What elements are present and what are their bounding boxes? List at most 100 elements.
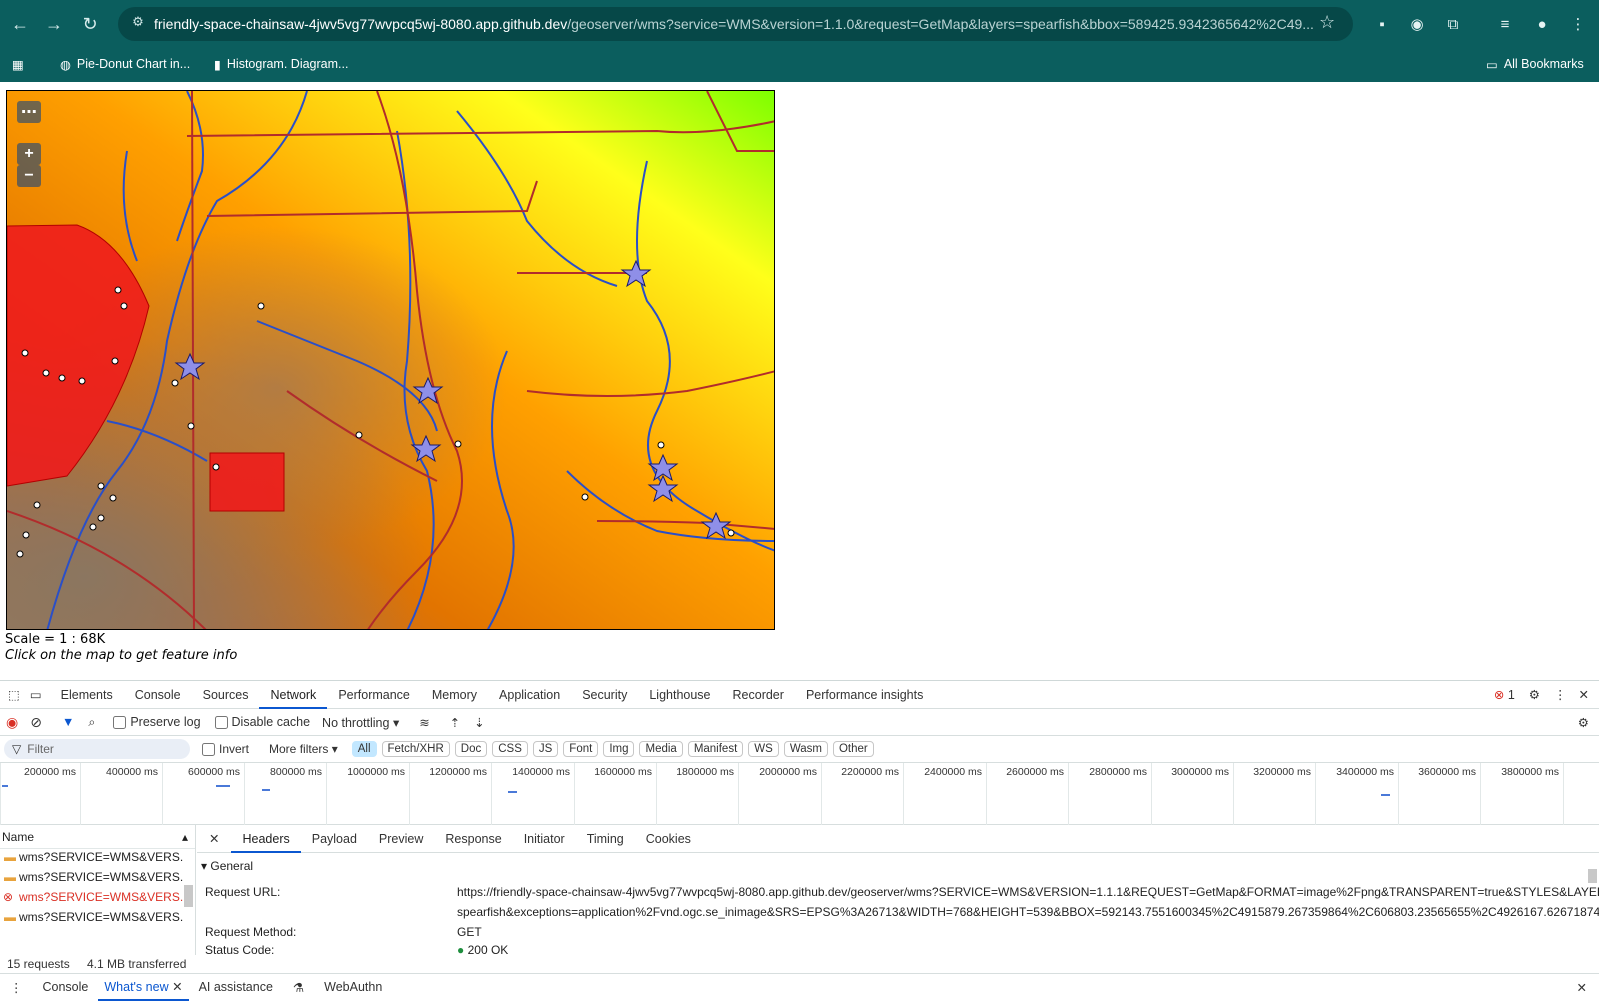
- all-bookmarks[interactable]: ▭ All Bookmarks: [1486, 52, 1584, 76]
- filter-funnel-icon[interactable]: ▼: [62, 715, 74, 729]
- name-column-header[interactable]: Name ▴: [0, 825, 195, 849]
- more-filters-dropdown[interactable]: More filters ▾: [269, 742, 338, 756]
- type-filter-css[interactable]: CSS: [492, 741, 528, 757]
- general-section-toggle[interactable]: ▾ General: [201, 859, 253, 873]
- drawer-tab-ai-assistance[interactable]: AI assistance: [189, 980, 283, 994]
- device-toggle-icon[interactable]: ▭: [28, 687, 50, 702]
- request-url-line1[interactable]: https://friendly-space-chainsaw-4jwv5vg7…: [457, 885, 1599, 899]
- zoom-in-button[interactable]: +: [17, 143, 41, 165]
- request-url-line2[interactable]: spearfish&exceptions=application%2Fvnd.o…: [457, 905, 1599, 919]
- drawer-tab-console[interactable]: Console: [33, 980, 99, 994]
- profile-icon[interactable]: ●: [1530, 12, 1554, 36]
- tab-elements[interactable]: Elements: [50, 681, 124, 709]
- invert-checkbox[interactable]: Invert: [202, 742, 249, 756]
- request-row[interactable]: ▬ wms?SERVICE=WMS&VERS...: [0, 907, 184, 927]
- tab-performance[interactable]: Performance: [327, 681, 421, 709]
- type-filter-other[interactable]: Other: [832, 741, 874, 757]
- drawer-menu-icon[interactable]: ⋮: [0, 980, 33, 995]
- close-devtools-icon[interactable]: ✕: [1573, 687, 1599, 702]
- record-stop-icon[interactable]: ◉: [6, 714, 18, 731]
- tab-initiator[interactable]: Initiator: [513, 825, 576, 853]
- disable-cache-checkbox[interactable]: Disable cache: [214, 715, 310, 729]
- apps-grid-icon[interactable]: ▦: [12, 52, 24, 76]
- tab-timing[interactable]: Timing: [576, 825, 635, 853]
- type-filter-font[interactable]: Font: [563, 741, 599, 757]
- tab-headers[interactable]: Headers: [231, 825, 301, 853]
- preserve-log-box[interactable]: [113, 715, 127, 729]
- url-path: /geoserver/wms?service=WMS&version=1.1.0…: [567, 16, 1314, 32]
- tab-recorder[interactable]: Recorder: [722, 681, 795, 709]
- network-settings-icon[interactable]: ⚙: [1578, 715, 1589, 730]
- zoom-out-button[interactable]: −: [17, 165, 41, 187]
- type-filter-fetch[interactable]: Fetch/XHR: [381, 741, 450, 757]
- tab-performance-insights[interactable]: Performance insights: [795, 681, 934, 709]
- bookmark-star-icon[interactable]: ☆: [1319, 12, 1335, 33]
- tab-security[interactable]: Security: [571, 681, 638, 709]
- media-control-icon[interactable]: ≡: [1493, 12, 1517, 36]
- type-filter-js[interactable]: JS: [532, 741, 559, 757]
- map-image[interactable]: [7, 91, 775, 630]
- extension-icon[interactable]: ▪: [1370, 12, 1394, 36]
- type-filter-manifest[interactable]: Manifest: [687, 741, 744, 757]
- forward-icon[interactable]: →: [40, 10, 68, 38]
- devtools-menu-icon[interactable]: ⋮: [1548, 687, 1573, 702]
- site-info-icon[interactable]: ⚙: [128, 14, 148, 34]
- close-tab-icon[interactable]: ✕: [172, 980, 182, 994]
- tab-lighthouse[interactable]: Lighthouse: [638, 681, 721, 709]
- restricted-area-square[interactable]: [209, 452, 285, 512]
- reload-icon[interactable]: ↻: [76, 10, 104, 38]
- status-ok-icon: ●: [457, 943, 465, 955]
- extension-2-icon[interactable]: ◉: [1405, 12, 1429, 36]
- close-detail-icon[interactable]: ✕: [197, 831, 231, 846]
- tab-preview[interactable]: Preview: [368, 825, 434, 853]
- tab-network[interactable]: Network: [259, 681, 328, 709]
- settings-gear-icon[interactable]: ⚙: [1521, 687, 1548, 702]
- extensions-puzzle-icon[interactable]: ⧉: [1441, 12, 1465, 36]
- disable-cache-box[interactable]: [214, 715, 228, 729]
- drawer-tab-whats-new[interactable]: What's new ✕: [98, 974, 189, 1001]
- search-icon[interactable]: ⌕: [88, 715, 95, 730]
- status-code-label: Status Code:: [205, 943, 275, 955]
- type-filter-ws[interactable]: WS: [748, 741, 779, 757]
- throttling-select[interactable]: No throttling ▾: [322, 715, 399, 730]
- bookmark-item[interactable]: ▮ Histogram. Diagram...: [214, 52, 348, 76]
- network-conditions-icon[interactable]: ≋: [419, 715, 429, 730]
- type-filter-media[interactable]: Media: [639, 741, 683, 757]
- request-row[interactable]: ▬ wms?SERVICE=WMS&VERS...: [0, 847, 184, 867]
- export-har-icon[interactable]: ⇣: [474, 715, 484, 730]
- invert-box[interactable]: [202, 742, 215, 756]
- filter-input[interactable]: ▽ Filter: [4, 739, 190, 759]
- preserve-log-checkbox[interactable]: Preserve log: [113, 715, 201, 729]
- tab-application[interactable]: Application: [488, 681, 571, 709]
- error-icon: ⊗: [3, 890, 14, 904]
- type-filter-wasm[interactable]: Wasm: [783, 741, 828, 757]
- tab-memory[interactable]: Memory: [421, 681, 488, 709]
- clear-icon[interactable]: ⊘: [30, 714, 42, 731]
- error-badge-icon[interactable]: ⊗ 1: [1488, 687, 1521, 702]
- type-filter-all[interactable]: All: [351, 741, 377, 757]
- tab-payload[interactable]: Payload: [301, 825, 368, 853]
- tab-response[interactable]: Response: [434, 825, 512, 853]
- type-filter-img[interactable]: Img: [603, 741, 635, 757]
- request-row[interactable]: ▬ wms?SERVICE=WMS&VERS...: [0, 867, 184, 887]
- wms-map[interactable]: ⋯ + −: [6, 90, 775, 630]
- layer-switcher-icon[interactable]: ⋯: [17, 101, 41, 123]
- back-icon[interactable]: ←: [6, 10, 34, 38]
- tab-console[interactable]: Console: [124, 681, 192, 709]
- request-row-error[interactable]: ⊗ wms?SERVICE=WMS&VERS...: [0, 887, 184, 907]
- menu-kebab-icon[interactable]: ⋮: [1566, 12, 1590, 36]
- drawer-tab-webauthn[interactable]: WebAuthn: [314, 980, 392, 994]
- inspect-icon[interactable]: ⬚: [0, 687, 28, 702]
- tab-cookies[interactable]: Cookies: [635, 825, 702, 853]
- detail-scrollbar[interactable]: [1588, 869, 1597, 883]
- import-har-icon[interactable]: ⇡: [450, 715, 460, 730]
- tab-sources[interactable]: Sources: [192, 681, 260, 709]
- sort-caret-icon: ▴: [182, 830, 189, 844]
- scrollbar[interactable]: [184, 885, 193, 907]
- type-filter-doc[interactable]: Doc: [454, 741, 488, 757]
- address-bar[interactable]: friendly-space-chainsaw-4jwv5vg77wvpcq5w…: [118, 7, 1353, 41]
- close-drawer-icon[interactable]: ✕: [1565, 980, 1599, 995]
- bookmark-item[interactable]: ◍ Pie-Donut Chart in...: [60, 52, 190, 76]
- timeline-tick: 2200000 ms: [821, 763, 903, 825]
- network-timeline[interactable]: 200000 ms 400000 ms 600000 ms 800000 ms …: [0, 763, 1599, 825]
